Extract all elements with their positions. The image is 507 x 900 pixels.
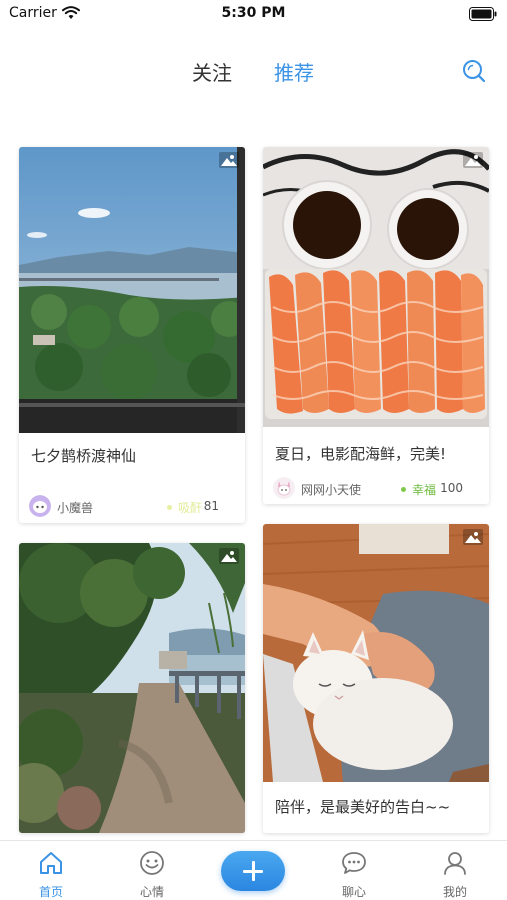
tab-chat[interactable]: 聊心	[324, 841, 384, 900]
author-row: 网网小天使 幸福 100	[273, 477, 479, 501]
mood-label: 吸酐	[178, 501, 203, 515]
author-name[interactable]: 小魔兽	[57, 499, 93, 516]
tab-follow[interactable]: 关注	[192, 57, 232, 86]
post-photo[interactable]	[263, 524, 489, 782]
compose-button[interactable]	[221, 851, 285, 891]
post-card-cat[interactable]: 陪伴，是最美好的告白~~	[263, 524, 489, 833]
tab-chat-label: 聊心	[341, 885, 366, 899]
image-badge-icon	[463, 152, 483, 168]
chat-bubble-icon	[342, 852, 366, 874]
home-icon	[40, 852, 62, 874]
post-photo[interactable]	[19, 147, 245, 433]
mood-dot	[401, 487, 406, 492]
image-badge-icon	[463, 529, 483, 545]
tab-home[interactable]: 首页	[21, 841, 81, 900]
tab-home-label: 首页	[38, 885, 63, 899]
avatar[interactable]	[29, 495, 51, 517]
post-card-park[interactable]	[19, 543, 245, 833]
status-bar: Carrier 5:30 PM	[0, 0, 507, 30]
mood-tag: 幸福	[401, 481, 436, 498]
mood-label: 幸福	[412, 483, 437, 497]
like-count: 100	[440, 481, 463, 495]
mood-dot	[167, 505, 172, 510]
image-badge-icon	[219, 548, 239, 564]
bottom-tab-bar: 首页 心情 聊心 我的	[0, 840, 507, 900]
smiley-icon	[140, 851, 164, 875]
tab-recommend[interactable]: 推荐	[274, 57, 314, 86]
tab-mood[interactable]: 心情	[122, 841, 182, 900]
post-photo[interactable]	[263, 147, 489, 427]
post-title: 夏日，电影配海鲜，完美!	[275, 445, 447, 463]
top-nav: 关注 推荐	[0, 50, 507, 90]
post-card-bridge[interactable]: 七夕鹊桥渡神仙 小魔兽 吸酐 81	[19, 147, 245, 523]
like-count: 81	[203, 499, 219, 513]
mood-tag: 吸酐	[167, 499, 202, 516]
author-row: 小魔兽 吸酐 81	[29, 495, 235, 519]
author-name[interactable]: 网网小天使	[301, 481, 361, 498]
post-card-salmon[interactable]: 夏日，电影配海鲜，完美! 网网小天使 幸福 100	[263, 147, 489, 504]
image-badge-icon	[219, 152, 239, 168]
person-icon	[444, 852, 466, 875]
post-photo[interactable]	[19, 543, 245, 833]
tab-mine[interactable]: 我的	[425, 841, 485, 900]
tab-mood-label: 心情	[139, 885, 164, 899]
post-title: 七夕鹊桥渡神仙	[31, 447, 137, 465]
clock: 5:30 PM	[221, 5, 286, 21]
battery-icon	[469, 7, 497, 21]
search-icon[interactable]	[460, 57, 488, 85]
avatar[interactable]	[273, 477, 295, 499]
post-title: 陪伴，是最美好的告白~~	[275, 798, 451, 816]
tab-mine-label: 我的	[442, 885, 467, 899]
